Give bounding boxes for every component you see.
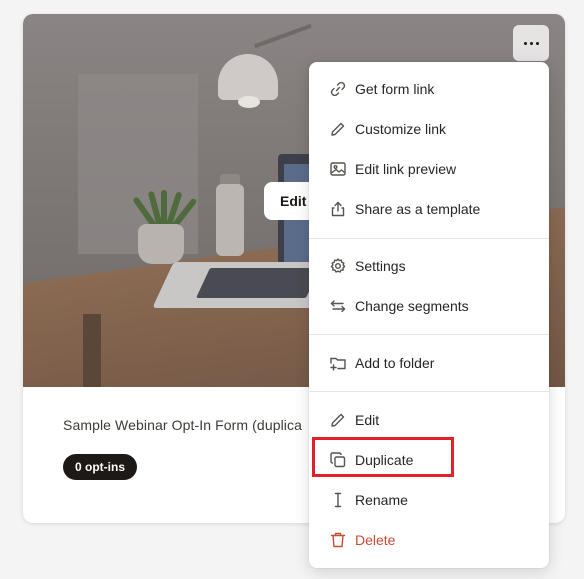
share-icon <box>329 200 347 218</box>
folder-plus-icon <box>329 354 347 372</box>
menu-item-label: Settings <box>355 258 406 274</box>
menu-item-label: Edit <box>355 412 380 428</box>
form-options-menu: Get form link Customize link Edit link p… <box>309 62 549 568</box>
menu-item-label: Customize link <box>355 121 447 137</box>
text-cursor-icon <box>329 491 347 509</box>
menu-item-share-as-template[interactable]: Share as a template <box>309 189 549 229</box>
form-title: Sample Webinar Opt-In Form (duplica <box>63 417 302 433</box>
opt-ins-badge: 0 opt-ins <box>63 454 137 480</box>
menu-item-add-to-folder[interactable]: Add to folder <box>309 343 549 383</box>
thumbnail-laptop-keyboard <box>196 268 320 298</box>
menu-divider <box>309 334 549 335</box>
menu-item-rename[interactable]: Rename <box>309 480 549 520</box>
thumbnail-lamp-bulb <box>238 96 260 108</box>
thumbnail-bottle <box>216 184 244 256</box>
thumbnail-lamp <box>218 54 278 100</box>
more-horizontal-icon <box>523 41 527 45</box>
menu-item-label: Get form link <box>355 81 435 97</box>
trash-icon <box>329 531 347 549</box>
menu-item-get-form-link[interactable]: Get form link <box>309 69 549 109</box>
menu-item-edit[interactable]: Edit <box>309 400 549 440</box>
thumbnail-lamp-arm <box>254 23 312 49</box>
thumbnail-plant-pot <box>138 224 184 264</box>
menu-item-customize-link[interactable]: Customize link <box>309 109 549 149</box>
more-options-button[interactable] <box>513 25 549 61</box>
duplicate-highlight-box <box>312 437 454 477</box>
menu-item-label: Add to folder <box>355 355 435 371</box>
gear-icon <box>329 257 347 275</box>
image-icon <box>329 160 347 178</box>
menu-item-label: Edit link preview <box>355 161 457 177</box>
menu-item-edit-link-preview[interactable]: Edit link preview <box>309 149 549 189</box>
menu-divider <box>309 391 549 392</box>
menu-item-label: Rename <box>355 492 408 508</box>
menu-item-delete[interactable]: Delete <box>309 520 549 560</box>
pencil-icon <box>329 120 347 138</box>
thumbnail-desk-leg <box>83 314 101 387</box>
menu-item-change-segments[interactable]: Change segments <box>309 286 549 326</box>
menu-item-label: Share as a template <box>355 201 481 217</box>
menu-divider <box>309 238 549 239</box>
pencil-icon <box>329 411 347 429</box>
menu-item-label: Change segments <box>355 298 469 314</box>
menu-item-label: Delete <box>355 532 396 548</box>
arrows-swap-icon <box>329 297 347 315</box>
link-icon <box>329 80 347 98</box>
menu-item-settings[interactable]: Settings <box>309 246 549 286</box>
